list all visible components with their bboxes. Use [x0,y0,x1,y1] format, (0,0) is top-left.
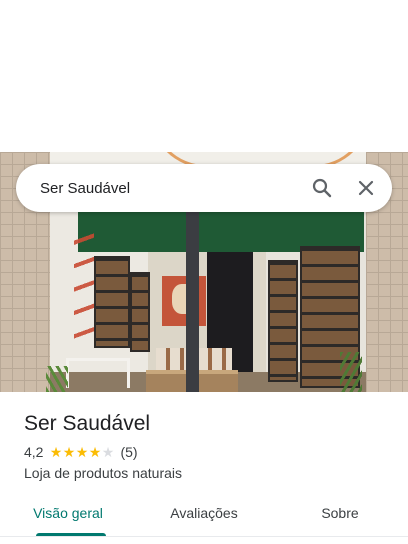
wall-poster [162,276,206,326]
rating-stars: ★ ★ ★ ★ ★ [49,444,115,460]
tab-about[interactable]: Sobre [272,496,408,536]
close-icon[interactable] [348,170,384,206]
tabs-divider [0,536,408,537]
star-empty-icon: ★ [101,444,115,460]
place-title: Ser Saudável [24,412,151,435]
place-info-panel: Ser Saudável 4,2 ★ ★ ★ ★ ★ (5) Loja de p… [0,392,408,544]
star-icon: ★ [62,444,76,460]
rating-value: 4,2 [24,444,44,460]
star-icon: ★ [88,444,102,460]
star-icon: ★ [49,444,63,460]
search-input[interactable]: Ser Saudável [40,180,304,197]
plant-right [340,352,362,392]
search-bar[interactable]: Ser Saudável [16,164,392,212]
plant-left [46,366,68,392]
star-icon: ★ [75,444,89,460]
tab-reviews[interactable]: Avaliações [136,496,272,536]
pillar [186,212,199,392]
review-count[interactable]: (5) [120,444,137,460]
leaf-decoration [74,230,94,340]
shelf-left [94,256,130,348]
tab-overview[interactable]: Visão geral [0,496,136,536]
shelf-right-back [268,260,298,382]
bench [66,358,130,388]
search-icon[interactable] [304,170,340,206]
place-tabs: Visão geral Avaliações Sobre [0,496,408,536]
place-category[interactable]: Loja de produtos naturais [24,465,182,481]
map-background [0,0,408,152]
shelf-left-back [130,272,150,352]
rating-row[interactable]: 4,2 ★ ★ ★ ★ ★ (5) [24,444,138,460]
